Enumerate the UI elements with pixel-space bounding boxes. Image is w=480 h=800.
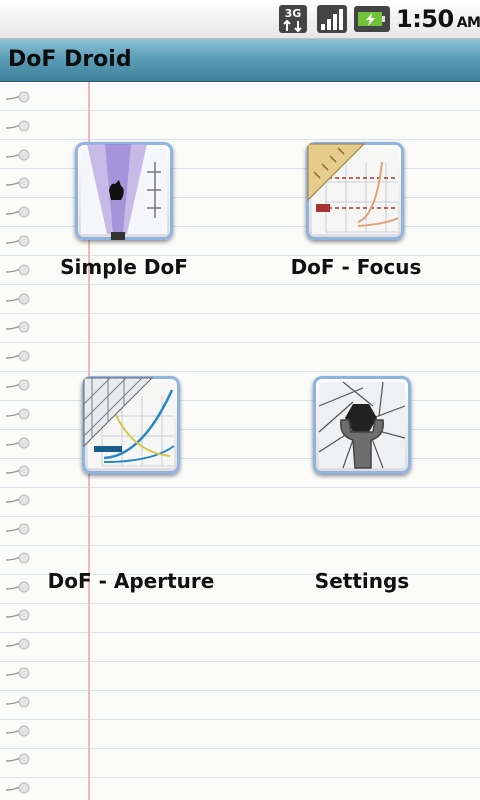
binder-ring [6, 120, 30, 132]
binder-ring [6, 321, 30, 333]
dof-focus-button[interactable]: DoF - Focus [241, 138, 471, 283]
clock-ampm: AM [456, 15, 480, 31]
status-bar: 3G 1:50 AM [0, 0, 480, 39]
simple-dof-button[interactable]: Simple DoF [9, 138, 239, 283]
binder-ring [6, 523, 30, 535]
binder-ring [6, 696, 30, 708]
simple-dof-icon [75, 142, 173, 240]
binder-ring [6, 350, 30, 362]
binder-ring [6, 753, 30, 765]
binder-ring [6, 91, 30, 103]
clock: 1:50 AM [396, 5, 480, 33]
app-title: DoF Droid [8, 47, 132, 72]
settings-button[interactable]: Settings [247, 372, 477, 593]
svg-text:3G: 3G [285, 7, 302, 20]
3g-network-icon: 3G [279, 5, 307, 33]
dof-aperture-button[interactable]: DoF - Aperture [16, 372, 246, 593]
binder-ring [6, 552, 30, 564]
battery-charging-icon [354, 6, 390, 32]
dof-aperture-icon [82, 376, 180, 474]
binder-ring [6, 782, 30, 794]
signal-strength-icon [317, 5, 347, 33]
binder-ring [6, 667, 30, 679]
title-bar: DoF Droid [0, 39, 480, 82]
settings-wrench-icon [313, 376, 411, 474]
clock-time: 1:50 [396, 5, 454, 33]
dof-aperture-label: DoF - Aperture [47, 569, 215, 593]
settings-label: Settings [314, 569, 410, 593]
dof-focus-icon [306, 142, 404, 240]
binder-ring [6, 638, 30, 650]
binder-ring [6, 609, 30, 621]
simple-dof-label: Simple DoF [60, 255, 188, 279]
binder-ring [6, 293, 30, 305]
notebook-background: Simple DoF DoF - Focus DoF - Aperture Se… [0, 82, 480, 800]
dof-focus-label: DoF - Focus [290, 255, 422, 279]
binder-ring [6, 725, 30, 737]
